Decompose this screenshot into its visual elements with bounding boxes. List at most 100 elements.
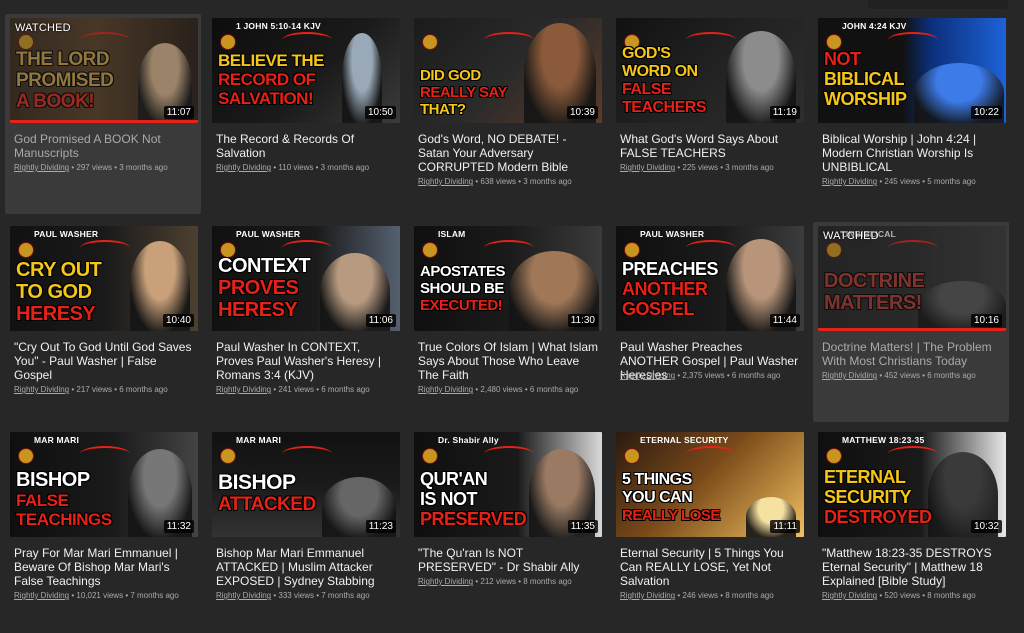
video-title[interactable]: "Matthew 18:23-35 DESTROYS Eternal Secur… bbox=[822, 546, 1004, 588]
video-thumbnail[interactable]: PAUL WASHER PREACHES ANOTHER GOSPEL 11:44 bbox=[616, 226, 804, 331]
thumbnail-arrow-icon bbox=[686, 32, 736, 48]
channel-link[interactable]: Rightly Dividing bbox=[822, 371, 877, 380]
video-card[interactable]: THE LORD PROMISED A BOOK! WATCHED 11:07 God P… bbox=[5, 14, 201, 214]
video-card[interactable]: MAR MARI BISHOP ATTACKED 11:23 Bishop Mar Ma… bbox=[207, 428, 403, 628]
thumbnail-headline: CONTEXT bbox=[218, 255, 311, 277]
view-count: 10,021 views bbox=[76, 591, 124, 600]
video-card[interactable]: UNBIBLICAL DOCTRINE MATTERS! WATCHED 10:16 Do… bbox=[813, 222, 1009, 422]
video-meta: Rightly Dividing • 241 views • 6 months … bbox=[216, 384, 398, 395]
thumbnail-headline: BISHOP bbox=[16, 469, 90, 491]
video-title[interactable]: Eternal Security | 5 Things You Can REAL… bbox=[620, 546, 802, 588]
view-count: 452 views bbox=[884, 371, 920, 380]
video-title[interactable]: What God's Word Says About FALSE TEACHER… bbox=[620, 132, 802, 160]
upload-age: 6 months ago bbox=[321, 385, 370, 394]
channel-link[interactable]: Rightly Dividing bbox=[418, 177, 473, 186]
channel-link[interactable]: Rightly Dividing bbox=[418, 577, 473, 586]
video-title[interactable]: The Record & Records Of Salvation bbox=[216, 132, 398, 160]
video-card[interactable]: MATTHEW 18:23-35 ETERNAL SECURITY DESTROYED… bbox=[813, 428, 1009, 628]
duration-badge: 11:32 bbox=[163, 520, 194, 533]
video-title[interactable]: Paul Washer In CONTEXT, Proves Paul Wash… bbox=[216, 340, 398, 382]
thumbnail-headline: FALSE bbox=[622, 81, 672, 98]
video-title[interactable]: Bishop Mar Mari Emmanuel ATTACKED | Musl… bbox=[216, 546, 398, 588]
thumbnail-headline: GOSPEL bbox=[622, 299, 695, 319]
thumbnail-headline: APOSTATES bbox=[420, 263, 505, 280]
video-meta: Rightly Dividing • 10,021 views • 7 mont… bbox=[14, 590, 196, 601]
thumbnail-headline: IS NOT bbox=[420, 489, 478, 509]
video-thumbnail[interactable]: JOHN 4:24 KJV NOT BIBLICAL WORSHIP 10:22 bbox=[818, 18, 1006, 123]
video-thumbnail[interactable]: UNBIBLICAL DOCTRINE MATTERS! WATCHED 10:16 bbox=[818, 226, 1006, 331]
video-card[interactable]: PAUL WASHER PREACHES ANOTHER GOSPEL 11:44 Pau… bbox=[611, 222, 807, 422]
channel-link[interactable]: Rightly Dividing bbox=[216, 163, 271, 172]
video-card[interactable]: PAUL WASHER CONTEXT PROVES HERESY 11:06 Paul … bbox=[207, 222, 403, 422]
meta-separator: • bbox=[313, 163, 321, 172]
channel-link[interactable]: Rightly Dividing bbox=[14, 385, 69, 394]
channel-link[interactable]: Rightly Dividing bbox=[418, 385, 473, 394]
video-meta: Rightly Dividing • 2,375 views • 6 month… bbox=[620, 370, 802, 381]
channel-logo-icon bbox=[220, 448, 236, 464]
channel-link[interactable]: Rightly Dividing bbox=[620, 371, 675, 380]
thumbnail-tag: MAR MARI bbox=[236, 435, 282, 445]
video-thumbnail[interactable]: ISLAM APOSTATES SHOULD BE EXECUTED! 11:30 bbox=[414, 226, 602, 331]
thumbnail-headline: GOD'S bbox=[622, 45, 671, 62]
video-thumbnail[interactable]: MAR MARI BISHOP FALSE TEACHINGS 11:32 bbox=[10, 432, 198, 537]
video-thumbnail[interactable]: THE LORD PROMISED A BOOK! WATCHED 11:07 bbox=[10, 18, 198, 123]
thumbnail-headline: TEACHINGS bbox=[16, 510, 112, 529]
video-card[interactable]: MAR MARI BISHOP FALSE TEACHINGS 11:32 Pray Fo… bbox=[5, 428, 201, 628]
video-title[interactable]: God Promised A BOOK Not Manuscripts bbox=[14, 132, 196, 160]
video-title[interactable]: True Colors Of Islam | What Islam Says A… bbox=[418, 340, 600, 382]
video-title[interactable]: Biblical Worship | John 4:24 | Modern Ch… bbox=[822, 132, 1004, 174]
video-meta: Rightly Dividing • 638 views • 3 months … bbox=[418, 176, 600, 187]
video-title[interactable]: Doctrine Matters! | The Problem With Mos… bbox=[822, 340, 1004, 368]
thumbnail-tag: PAUL WASHER bbox=[640, 229, 705, 239]
video-thumbnail[interactable]: PAUL WASHER CRY OUT TO GOD HERESY 10:40 bbox=[10, 226, 198, 331]
video-meta: Rightly Dividing • 2,480 views • 6 month… bbox=[418, 384, 600, 395]
video-title[interactable]: Pray For Mar Mari Emmanuel | Beware Of B… bbox=[14, 546, 196, 588]
video-card[interactable]: JOHN 4:24 KJV NOT BIBLICAL WORSHIP 10:22 Bibl… bbox=[813, 14, 1009, 214]
video-card[interactable]: GOD'S WORD ON FALSE TEACHERS 11:19 What God's… bbox=[611, 14, 807, 214]
video-title[interactable]: God's Word, NO DEBATE! - Satan Your Adve… bbox=[418, 132, 600, 174]
video-title[interactable]: "Cry Out To God Until God Saves You" - P… bbox=[14, 340, 196, 382]
video-card[interactable]: ETERNAL SECURITY 5 THINGS YOU CAN REALLY LO… bbox=[611, 428, 807, 628]
channel-link[interactable]: Rightly Dividing bbox=[822, 177, 877, 186]
thumbnail-headline: SHOULD BE bbox=[420, 280, 504, 297]
video-thumbnail[interactable]: ETERNAL SECURITY 5 THINGS YOU CAN REALLY LO… bbox=[616, 432, 804, 537]
channel-link[interactable]: Rightly Dividing bbox=[14, 591, 69, 600]
upload-age: 6 months ago bbox=[119, 385, 168, 394]
video-card[interactable]: DID GOD REALLY SAY THAT? 10:39 God's Word, N… bbox=[409, 14, 605, 214]
duration-badge: 11:07 bbox=[163, 106, 194, 119]
thumbnail-headline: SECURITY bbox=[824, 487, 912, 507]
video-thumbnail[interactable]: DID GOD REALLY SAY THAT? 10:39 bbox=[414, 18, 602, 123]
thumbnail-headline: PROVES bbox=[218, 277, 299, 299]
video-card[interactable]: 1 JOHN 5:10-14 KJV BELIEVE THE RECORD OF SA… bbox=[207, 14, 403, 214]
thumbnail-headline: RECORD OF bbox=[218, 70, 316, 89]
video-thumbnail[interactable]: MATTHEW 18:23-35 ETERNAL SECURITY DESTROYED… bbox=[818, 432, 1006, 537]
thumbnail-headline: WORSHIP bbox=[824, 89, 907, 109]
upload-age: 3 months ago bbox=[725, 163, 774, 172]
thumbnail-headline: BIBLICAL bbox=[824, 69, 905, 89]
channel-link[interactable]: Rightly Dividing bbox=[216, 385, 271, 394]
thumbnail-tag: PAUL WASHER bbox=[34, 229, 99, 239]
upload-age: 8 months ago bbox=[725, 591, 774, 600]
video-card[interactable]: Dr. Shabir Ally QUR'AN IS NOT PRESERVED 11:3… bbox=[409, 428, 605, 628]
video-thumbnail[interactable]: PAUL WASHER CONTEXT PROVES HERESY 11:06 bbox=[212, 226, 400, 331]
video-thumbnail[interactable]: Dr. Shabir Ally QUR'AN IS NOT PRESERVED 11:3… bbox=[414, 432, 602, 537]
video-thumbnail[interactable]: GOD'S WORD ON FALSE TEACHERS 11:19 bbox=[616, 18, 804, 123]
channel-link[interactable]: Rightly Dividing bbox=[620, 591, 675, 600]
view-count: 225 views bbox=[682, 163, 718, 172]
channel-link[interactable]: Rightly Dividing bbox=[822, 591, 877, 600]
watched-label: WATCHED bbox=[823, 230, 879, 242]
view-count: 2,480 views bbox=[480, 385, 523, 394]
duration-badge: 11:19 bbox=[769, 106, 800, 119]
video-thumbnail[interactable]: 1 JOHN 5:10-14 KJV BELIEVE THE RECORD OF SA… bbox=[212, 18, 400, 123]
thumbnail-headline: DID GOD bbox=[420, 67, 481, 84]
video-thumbnail[interactable]: MAR MARI BISHOP ATTACKED 11:23 bbox=[212, 432, 400, 537]
channel-link[interactable]: Rightly Dividing bbox=[620, 163, 675, 172]
video-card[interactable]: ISLAM APOSTATES SHOULD BE EXECUTED! 11:30 Tru… bbox=[409, 222, 605, 422]
channel-link[interactable]: Rightly Dividing bbox=[14, 163, 69, 172]
video-card[interactable]: PAUL WASHER CRY OUT TO GOD HERESY 10:40 "Cry … bbox=[5, 222, 201, 422]
thumbnail-headline: ETERNAL bbox=[824, 467, 906, 487]
video-title[interactable]: "The Qu'ran Is NOT PRESERVED" - Dr Shabi… bbox=[418, 546, 600, 574]
thumbnail-headline: QUR'AN bbox=[420, 469, 488, 489]
upload-age: 3 months ago bbox=[320, 163, 370, 172]
channel-link[interactable]: Rightly Dividing bbox=[216, 591, 271, 600]
